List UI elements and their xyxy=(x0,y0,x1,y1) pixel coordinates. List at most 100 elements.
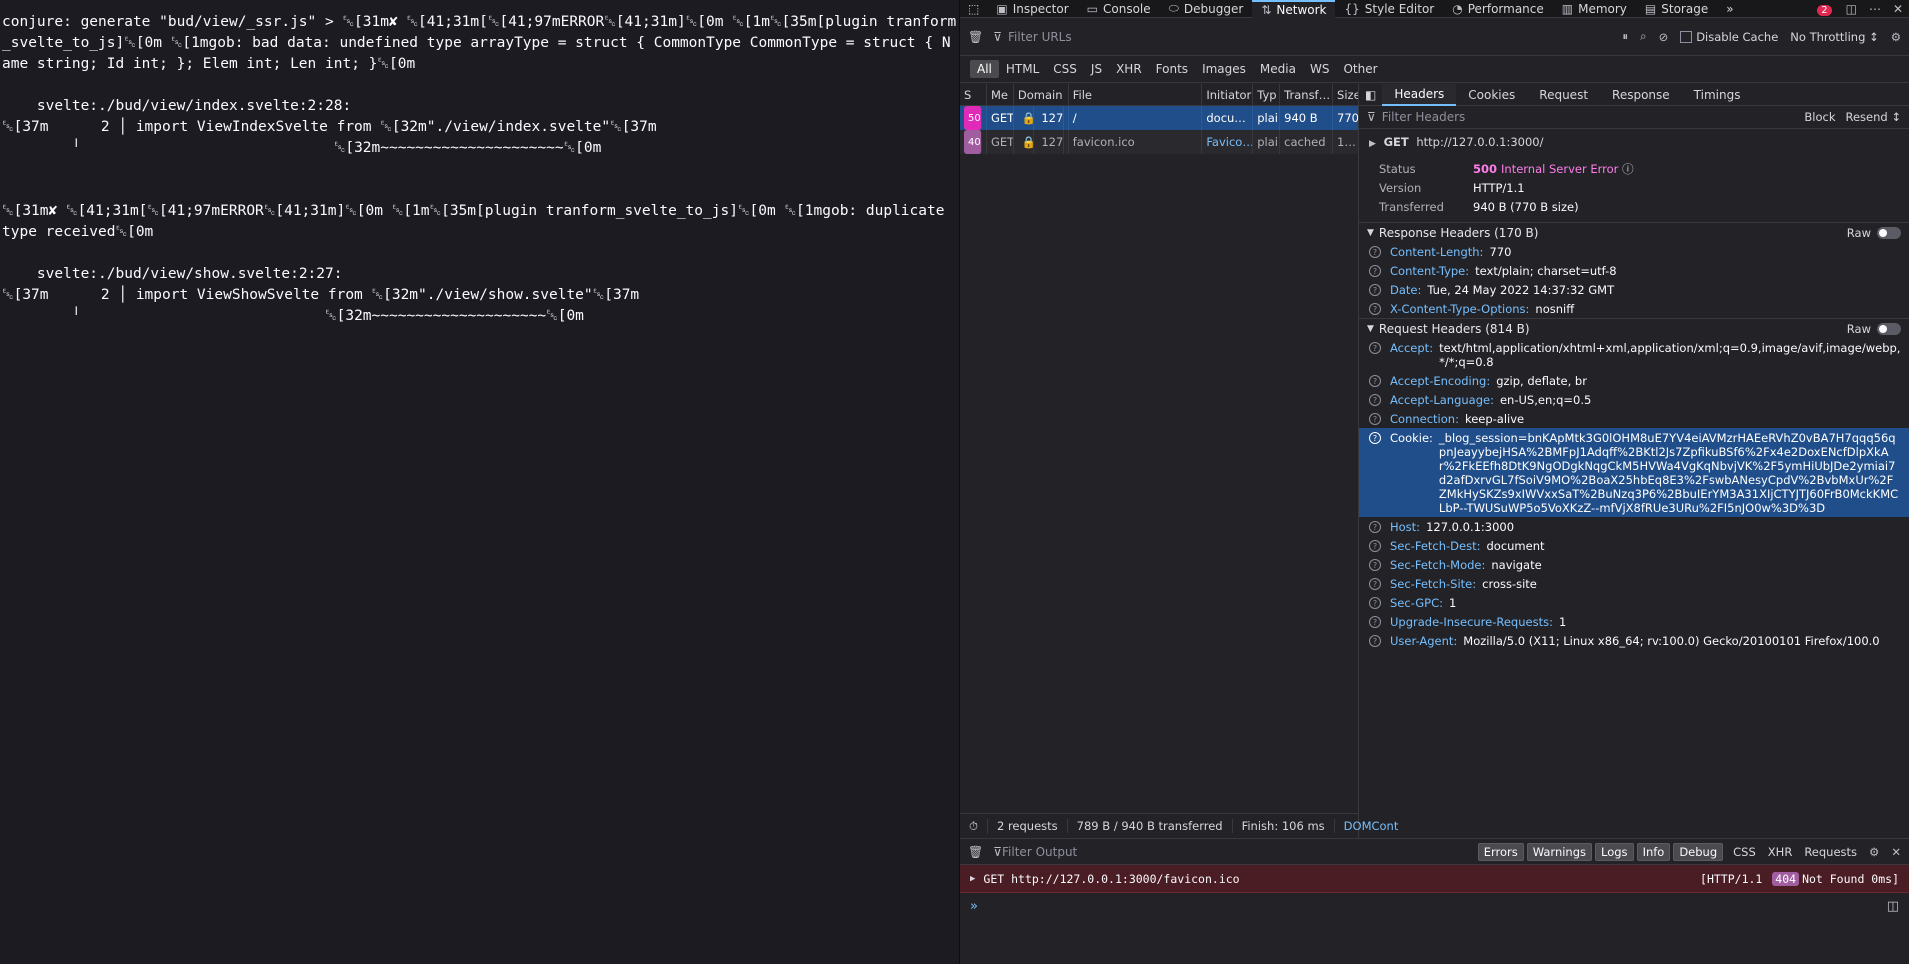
editor-mode-icon[interactable]: ◫ xyxy=(1887,899,1899,914)
type-xhr[interactable]: XHR xyxy=(1109,60,1149,78)
type-css[interactable]: CSS xyxy=(1046,60,1084,78)
help-icon[interactable]: ? xyxy=(1369,616,1381,628)
type-html[interactable]: HTML xyxy=(999,60,1046,78)
header-row[interactable]: ? X-Content-Type-Options: nosniff xyxy=(1359,299,1909,318)
tab-cookies[interactable]: Cookies xyxy=(1456,84,1527,106)
type-js[interactable]: JS xyxy=(1084,60,1109,78)
header-row[interactable]: ? Accept-Language: en-US,en;q=0.5 xyxy=(1359,390,1909,409)
header-row[interactable]: ? Date: Tue, 24 May 2022 14:37:32 GMT xyxy=(1359,280,1909,299)
tab-request[interactable]: Request xyxy=(1527,84,1600,106)
header-row[interactable]: ? Connection: keep-alive xyxy=(1359,409,1909,428)
resend-button[interactable]: Resend ↕ xyxy=(1846,110,1902,124)
filter-output-input[interactable]: ⊽ Filter Output xyxy=(993,845,1464,859)
help-icon[interactable]: ? xyxy=(1369,578,1381,590)
settings-gear-icon[interactable]: ⚙ xyxy=(1891,30,1901,44)
help-icon[interactable]: ? xyxy=(1369,342,1381,354)
tab-inspector[interactable]: ▣ Inspector xyxy=(987,0,1077,18)
help-icon[interactable]: ⓘ xyxy=(1622,162,1634,176)
type-ws[interactable]: WS xyxy=(1303,60,1336,78)
filter-urls-input[interactable]: ⊽ Filter URLs xyxy=(993,30,1612,44)
help-icon[interactable]: ? xyxy=(1369,413,1381,425)
filter-info[interactable]: Info xyxy=(1636,842,1671,861)
more-options-icon[interactable]: ⋯ xyxy=(1869,2,1881,16)
tab-storage[interactable]: ▤ Storage xyxy=(1636,0,1717,18)
block-icon[interactable]: ⊘ xyxy=(1659,30,1669,44)
header-row[interactable]: ? Accept-Encoding: gzip, deflate, br xyxy=(1359,371,1909,390)
help-icon[interactable]: ? xyxy=(1369,284,1381,296)
tab-response[interactable]: Response xyxy=(1600,84,1682,106)
console-settings-icon[interactable]: ⚙ xyxy=(1869,845,1879,859)
tab-style-editor[interactable]: {} Style Editor xyxy=(1335,0,1443,18)
header-row[interactable]: ? Sec-GPC: 1 xyxy=(1359,593,1909,612)
filter-requests[interactable]: Requests xyxy=(1804,845,1857,859)
pause-icon[interactable]: ⏸ xyxy=(1622,29,1628,44)
error-indicator[interactable]: 2 xyxy=(1817,2,1833,16)
filter-logs[interactable]: Logs xyxy=(1595,842,1634,861)
help-icon[interactable]: ? xyxy=(1369,265,1381,277)
help-icon[interactable]: ? xyxy=(1369,394,1381,406)
filter-xhr[interactable]: XHR xyxy=(1768,845,1793,859)
help-icon[interactable]: ? xyxy=(1369,246,1381,258)
element-picker-icon[interactable]: ⬚ xyxy=(960,0,987,18)
col-file[interactable]: File xyxy=(1069,84,1203,105)
filter-warnings[interactable]: Warnings xyxy=(1526,842,1593,861)
header-row[interactable]: ? Accept: text/html,application/xhtml+xml,… xyxy=(1359,338,1909,371)
raw-toggle[interactable]: Raw xyxy=(1847,322,1901,336)
help-icon[interactable]: ? xyxy=(1369,559,1381,571)
header-row[interactable]: ? Sec-Fetch-Dest: document xyxy=(1359,536,1909,555)
type-media[interactable]: Media xyxy=(1253,60,1303,78)
console-input[interactable]: » ◫ xyxy=(960,893,1909,919)
disable-cache-checkbox[interactable]: Disable Cache xyxy=(1680,30,1778,44)
col-method[interactable]: Me xyxy=(987,84,1014,105)
filter-errors[interactable]: Errors xyxy=(1477,842,1524,861)
type-all[interactable]: All xyxy=(970,60,999,78)
dock-side-icon[interactable]: ◫ xyxy=(1846,2,1857,16)
search-icon[interactable]: ⌕ xyxy=(1640,29,1646,44)
close-icon[interactable]: ✕ xyxy=(1893,2,1903,16)
help-icon[interactable]: ? xyxy=(1369,375,1381,387)
tab-network[interactable]: ⇅ Network xyxy=(1252,0,1336,18)
type-images[interactable]: Images xyxy=(1195,60,1253,78)
clear-console-icon[interactable]: 🗑 xyxy=(968,845,983,859)
header-row[interactable]: ? Host: 127.0.0.1:3000 xyxy=(1359,517,1909,536)
help-icon[interactable]: ? xyxy=(1369,521,1381,533)
tab-console[interactable]: ▭ Console xyxy=(1078,0,1160,18)
throttling-select[interactable]: No Throttling ↕ xyxy=(1790,30,1878,44)
raw-toggle[interactable]: Raw xyxy=(1847,226,1901,240)
header-row[interactable]: ? Upgrade-Insecure-Requests: 1 xyxy=(1359,612,1909,631)
col-initiator[interactable]: Initiator xyxy=(1202,84,1254,105)
performance-analysis-icon[interactable]: ⏱ xyxy=(960,818,988,834)
col-status[interactable]: S xyxy=(960,84,987,105)
tab-debugger[interactable]: ⬭ Debugger xyxy=(1160,0,1253,18)
help-icon[interactable]: ? xyxy=(1369,597,1381,609)
console-error-message[interactable]: ▶ GET http://127.0.0.1:3000/favicon.ico … xyxy=(960,865,1909,893)
type-other[interactable]: Other xyxy=(1336,60,1384,78)
header-row-selected[interactable]: ? Cookie: _blog_session=bnKApMtk3G0lOHM8uE… xyxy=(1359,428,1909,517)
request-headers-section[interactable]: ▼ Request Headers (814 B) Raw xyxy=(1359,318,1909,338)
block-button[interactable]: Block xyxy=(1804,110,1835,124)
request-row[interactable]: 500 GET 🔒127… / docu… plain 940 B 770 xyxy=(960,106,1358,130)
header-row[interactable]: ? Content-Type: text/plain; charset=utf-8 xyxy=(1359,261,1909,280)
response-headers-section[interactable]: ▼ Response Headers (170 B) Raw xyxy=(1359,222,1909,242)
col-domain[interactable]: Domain xyxy=(1014,84,1069,105)
col-size[interactable]: Size xyxy=(1333,84,1358,105)
filter-debug[interactable]: Debug xyxy=(1673,842,1724,861)
tab-memory[interactable]: ▥ Memory xyxy=(1553,0,1636,18)
help-icon[interactable]: ? xyxy=(1369,303,1381,315)
help-icon[interactable]: ? xyxy=(1369,635,1381,647)
col-transferred[interactable]: Transf… xyxy=(1280,84,1334,105)
header-row[interactable]: ? Content-Length: 770 xyxy=(1359,242,1909,261)
toggle-sidebar-icon[interactable]: ◧ xyxy=(1359,84,1382,106)
close-console-icon[interactable]: ✕ xyxy=(1891,845,1901,859)
filter-css[interactable]: CSS xyxy=(1733,845,1756,859)
tab-performance[interactable]: ◔ Performance xyxy=(1443,0,1553,18)
header-row[interactable]: ? Sec-Fetch-Site: cross-site xyxy=(1359,574,1909,593)
col-type[interactable]: Typ xyxy=(1253,84,1281,105)
tab-headers[interactable]: Headers xyxy=(1382,84,1457,106)
filter-headers-input[interactable]: ⊽ Filter Headers Block Resend ↕ xyxy=(1359,106,1909,129)
more-tools-icon[interactable]: » xyxy=(1717,0,1742,18)
header-row[interactable]: ? Sec-Fetch-Mode: navigate xyxy=(1359,555,1909,574)
request-line[interactable]: ▶ GET http://127.0.0.1:3000/ xyxy=(1359,129,1909,155)
help-icon[interactable]: ? xyxy=(1369,432,1381,444)
request-row[interactable]: 404 GET 🔒127… favicon.ico Favico… plain … xyxy=(960,130,1358,154)
